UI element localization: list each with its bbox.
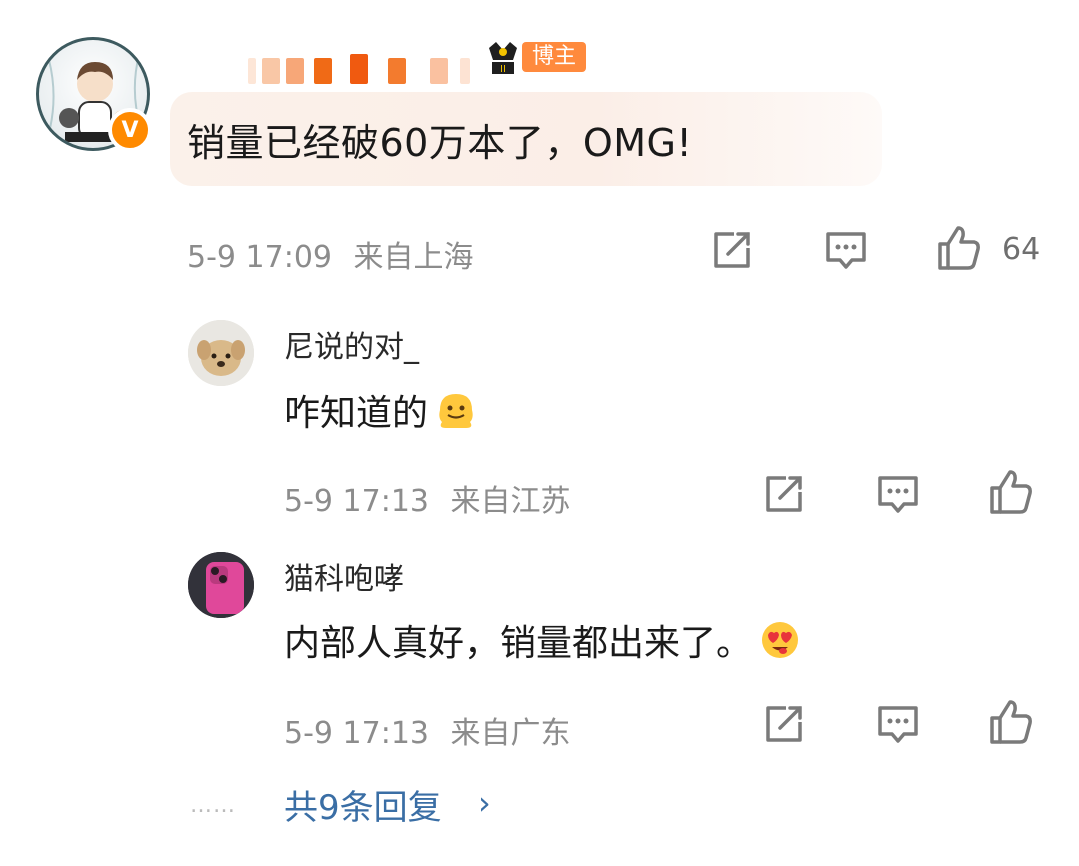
puppy-avatar-image [188,320,254,386]
reply-author[interactable]: 猫科咆哮 [284,554,404,598]
timestamp: 5-9 17:13 [284,484,429,519]
timestamp: 5-9 17:09 [187,240,332,275]
verified-badge: V [108,108,152,152]
share-icon [766,706,802,742]
like-button[interactable] [986,698,1034,746]
reply-text: 内部人真好，销量都出来了。 [284,623,753,664]
view-all-replies-link[interactable]: 共9条回复 [284,780,442,829]
replies-indent-dots: …… [190,793,236,818]
blogger-badge: II 博主 [486,38,587,76]
share-icon [714,232,750,268]
comment-button[interactable] [874,470,922,518]
location: 来自江苏 [450,484,571,519]
comment-icon [878,476,918,513]
comment-button[interactable] [874,700,922,748]
svg-text:II: II [500,64,506,75]
author-name-masked[interactable] [220,50,480,84]
reply-text-row: 咋知道的 [284,384,478,436]
like-icon [990,470,1032,514]
like-count: 64 [1002,232,1041,267]
share-button[interactable] [760,700,808,748]
like-button[interactable] [986,468,1034,516]
reply-meta: 5-9 17:13 来自广东 [284,708,571,752]
reply-avatar[interactable] [188,552,254,618]
timestamp: 5-9 17:13 [284,716,429,751]
comment-button[interactable] [822,226,870,274]
reply-text-row: 内部人真好，销量都出来了。 [284,614,802,666]
reply-avatar[interactable] [188,320,254,386]
comment-icon [878,706,918,743]
location: 来自广东 [450,716,571,751]
like-icon [990,700,1032,744]
phone-avatar-image [188,552,254,618]
comment-icon [826,232,866,269]
main-comment-text: 销量已经破60万本了，OMG! [187,121,693,165]
share-button[interactable] [760,470,808,518]
reply-author[interactable]: 尼说的对_ [284,322,419,366]
location: 来自上海 [353,240,474,275]
role-badge-label: 博主 [522,42,587,72]
share-button[interactable] [708,226,756,274]
melting-face-emoji [439,394,473,428]
heart-eyes-emoji [762,622,799,658]
like-button[interactable] [934,224,982,272]
reply-text: 咋知道的 [284,393,429,434]
like-icon [938,226,980,270]
reply-meta: 5-9 17:13 来自江苏 [284,476,571,520]
share-icon [766,476,802,512]
main-comment-meta: 5-9 17:09 来自上海 [187,232,474,276]
crown-icon: II [489,42,517,75]
chevron-right-icon[interactable]: › [478,784,491,822]
